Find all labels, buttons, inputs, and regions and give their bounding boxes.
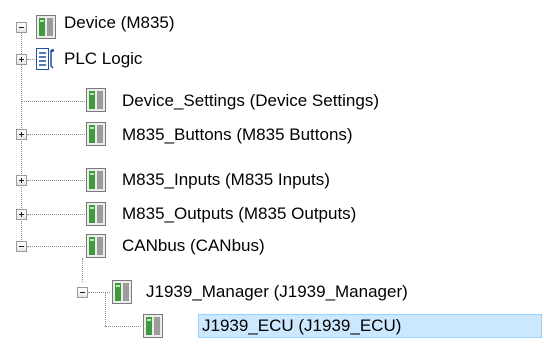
device-module-icon xyxy=(112,280,132,304)
node-label-m835-outputs[interactable]: M835_Outputs (M835 Outputs) xyxy=(122,202,356,226)
node-label-m835-buttons[interactable]: M835_Buttons (M835 Buttons) xyxy=(122,123,353,147)
device-module-icon xyxy=(86,168,106,192)
device-module-icon xyxy=(86,234,106,258)
collapse-toggle-device[interactable] xyxy=(16,22,27,33)
tree-connector-line xyxy=(105,326,141,327)
tree-connector-line xyxy=(105,292,106,326)
expand-toggle-m835-outputs[interactable] xyxy=(16,209,27,220)
device-module-icon xyxy=(86,202,106,226)
tree-connector-line xyxy=(21,101,85,102)
node-label-m835-inputs[interactable]: M835_Inputs (M835 Inputs) xyxy=(122,168,330,192)
node-label-j1939-manager[interactable]: J1939_Manager (J1939_Manager) xyxy=(146,280,408,304)
node-label-plc-logic[interactable]: PLC Logic xyxy=(64,47,142,71)
expand-toggle-m835-buttons[interactable] xyxy=(16,129,27,140)
tree-connector-line xyxy=(82,258,83,282)
tree-connector-line xyxy=(27,246,85,247)
node-label-j1939-ecu-selected[interactable]: J1939_ECU (J1939_ECU) xyxy=(198,314,542,338)
device-module-icon xyxy=(143,314,163,338)
expand-toggle-m835-inputs[interactable] xyxy=(16,175,27,186)
device-module-icon xyxy=(86,88,106,112)
tree-connector-line xyxy=(27,214,85,215)
expand-toggle-plc-logic[interactable] xyxy=(16,54,27,65)
collapse-toggle-canbus[interactable] xyxy=(16,241,27,252)
tree-connector-line xyxy=(88,292,110,293)
collapse-toggle-j1939-manager[interactable] xyxy=(77,287,88,298)
tree-connector-line xyxy=(27,180,85,181)
device-tree: Device (M835) PLC Logic Device_Settings … xyxy=(0,0,544,344)
tree-connector-line xyxy=(27,134,85,135)
node-label-device-settings[interactable]: Device_Settings (Device Settings) xyxy=(122,89,379,113)
node-label-device[interactable]: Device (M835) xyxy=(64,11,175,35)
device-module-icon xyxy=(86,122,106,146)
node-label-canbus[interactable]: CANbus (CANbus) xyxy=(122,234,265,258)
device-module-icon xyxy=(36,15,56,39)
plc-logic-icon xyxy=(36,48,54,70)
